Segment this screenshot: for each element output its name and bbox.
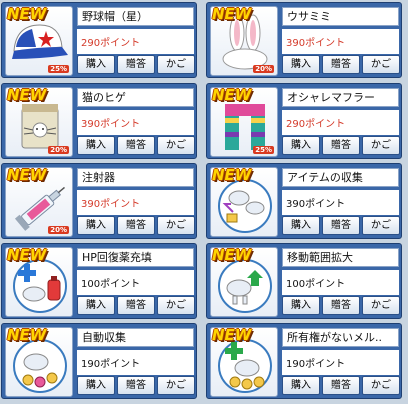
gift-button[interactable]: 贈答 (322, 55, 360, 74)
item-name: HP回復薬充填 (77, 248, 194, 267)
item-name: 注射器 (77, 168, 194, 187)
gift-button[interactable]: 贈答 (322, 136, 360, 155)
item-name: 移動範囲拡大 (282, 248, 399, 267)
discount-badge: 20% (253, 65, 274, 73)
item-actions: 購入 贈答 かご (282, 216, 400, 236)
cart-button[interactable]: かご (157, 55, 195, 74)
shop-item-card: NEW 20% ウサミミ 390ポイント 購入 贈答 かご (206, 2, 402, 78)
item-thumbnail[interactable]: NEW 25% (210, 87, 278, 157)
item-price: 100ポイント (282, 270, 399, 295)
gift-button[interactable]: 贈答 (117, 216, 155, 235)
buy-button[interactable]: 購入 (77, 55, 115, 74)
discount-badge: 20% (48, 226, 69, 234)
gift-button[interactable]: 贈答 (117, 376, 155, 395)
cart-button[interactable]: かご (362, 55, 400, 74)
item-name: 所有権がないメル.. (282, 328, 399, 347)
new-badge: NEW (7, 167, 47, 184)
buy-button[interactable]: 購入 (77, 136, 115, 155)
item-actions: 購入 贈答 かご (282, 296, 400, 316)
item-price: 190ポイント (77, 350, 194, 375)
item-price: 290ポイント (282, 110, 399, 135)
item-name: アイテムの収集 (282, 168, 399, 187)
new-badge: NEW (7, 87, 47, 104)
item-thumbnail[interactable]: NEW (210, 167, 278, 237)
new-badge: NEW (7, 247, 47, 264)
cart-button[interactable]: かご (157, 296, 195, 315)
item-name: ウサミミ (282, 7, 399, 26)
shop-item-grid: NEW 25% 野球帽（星） 290ポイント 購入 贈答 かご NEW 20% … (0, 0, 408, 404)
cart-button[interactable]: かご (362, 216, 400, 235)
gift-button[interactable]: 贈答 (322, 296, 360, 315)
new-badge: NEW (212, 247, 252, 264)
item-price: 290ポイント (77, 29, 194, 54)
cart-button[interactable]: かご (157, 216, 195, 235)
buy-button[interactable]: 購入 (77, 296, 115, 315)
shop-item-card: NEW 20% 猫のヒゲ 390ポイント 購入 贈答 かご (1, 83, 197, 159)
shop-item-card: NEW 25% 野球帽（星） 290ポイント 購入 贈答 かご (1, 2, 197, 78)
new-badge: NEW (212, 167, 252, 184)
cart-button[interactable]: かご (362, 296, 400, 315)
item-price: 390ポイント (282, 29, 399, 54)
item-thumbnail[interactable]: NEW 25% (5, 6, 73, 76)
cart-button[interactable]: かご (157, 376, 195, 395)
shop-item-card: NEW 20% 注射器 390ポイント 購入 贈答 かご (1, 163, 197, 239)
new-badge: NEW (212, 87, 252, 104)
cart-button[interactable]: かご (157, 136, 195, 155)
buy-button[interactable]: 購入 (282, 55, 320, 74)
item-actions: 購入 贈答 かご (77, 55, 195, 75)
item-thumbnail[interactable]: NEW 20% (5, 167, 73, 237)
new-badge: NEW (7, 327, 47, 344)
item-actions: 購入 贈答 かご (282, 136, 400, 156)
item-actions: 購入 贈答 かご (282, 376, 400, 396)
item-name: 野球帽（星） (77, 7, 194, 26)
buy-button[interactable]: 購入 (282, 136, 320, 155)
item-thumbnail[interactable]: NEW 20% (5, 87, 73, 157)
item-actions: 購入 贈答 かご (282, 55, 400, 75)
new-badge: NEW (212, 6, 252, 23)
item-actions: 購入 贈答 かご (77, 376, 195, 396)
gift-button[interactable]: 贈答 (322, 376, 360, 395)
cart-button[interactable]: かご (362, 376, 400, 395)
discount-badge: 25% (253, 146, 274, 154)
buy-button[interactable]: 購入 (282, 376, 320, 395)
shop-item-card: NEW アイテムの収集 390ポイント 購入 贈答 かご (206, 163, 402, 239)
item-name: 自動収集 (77, 328, 194, 347)
cart-button[interactable]: かご (362, 136, 400, 155)
item-actions: 購入 贈答 かご (77, 216, 195, 236)
shop-item-card: NEW HP回復薬充填 100ポイント 購入 贈答 かご (1, 243, 197, 319)
item-name: 猫のヒゲ (77, 88, 194, 107)
item-price: 390ポイント (77, 190, 194, 215)
gift-button[interactable]: 贈答 (117, 296, 155, 315)
item-price: 100ポイント (77, 270, 194, 295)
item-thumbnail[interactable]: NEW (5, 327, 73, 397)
item-thumbnail[interactable]: NEW (5, 247, 73, 317)
item-thumbnail[interactable]: NEW 20% (210, 6, 278, 76)
item-name: オシャレマフラー (282, 88, 399, 107)
discount-badge: 25% (48, 65, 69, 73)
item-price: 190ポイント (282, 350, 399, 375)
buy-button[interactable]: 購入 (77, 216, 115, 235)
item-thumbnail[interactable]: NEW (210, 327, 278, 397)
item-actions: 購入 贈答 かご (77, 296, 195, 316)
buy-button[interactable]: 購入 (282, 216, 320, 235)
item-price: 390ポイント (77, 110, 194, 135)
item-actions: 購入 贈答 かご (77, 136, 195, 156)
gift-button[interactable]: 贈答 (322, 216, 360, 235)
shop-item-card: NEW 25% オシャレマフラー 290ポイント 購入 贈答 かご (206, 83, 402, 159)
shop-item-card: NEW 移動範囲拡大 100ポイント 購入 贈答 かご (206, 243, 402, 319)
item-thumbnail[interactable]: NEW (210, 247, 278, 317)
gift-button[interactable]: 贈答 (117, 136, 155, 155)
buy-button[interactable]: 購入 (282, 296, 320, 315)
new-badge: NEW (212, 327, 252, 344)
buy-button[interactable]: 購入 (77, 376, 115, 395)
item-price: 390ポイント (282, 190, 399, 215)
gift-button[interactable]: 贈答 (117, 55, 155, 74)
shop-item-card: NEW 自動収集 190ポイント 購入 贈答 かご (1, 323, 197, 399)
new-badge: NEW (7, 6, 47, 23)
discount-badge: 20% (48, 146, 69, 154)
shop-item-card: NEW 所有権がないメル.. 190ポイント 購入 贈答 かご (206, 323, 402, 399)
